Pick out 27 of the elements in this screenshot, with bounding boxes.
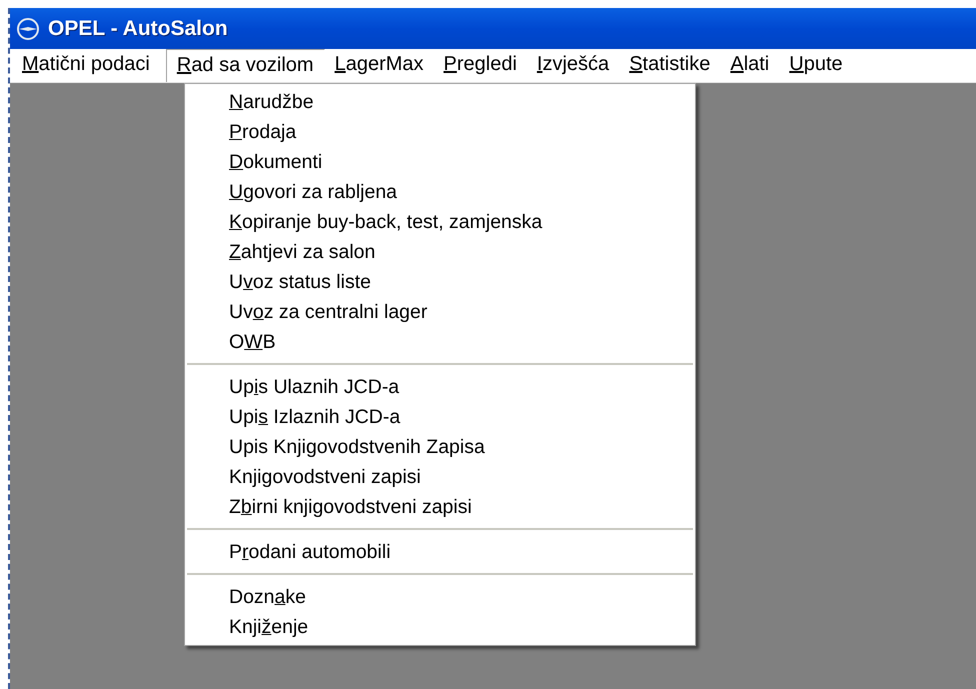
menu-option[interactable]: Kopiranje buy-back, test, zamjenska bbox=[185, 207, 695, 237]
menu-item[interactable]: Pregledi bbox=[434, 49, 527, 82]
menu-option[interactable]: Prodaja bbox=[185, 117, 695, 147]
menu-item[interactable]: Upute bbox=[779, 49, 853, 82]
menu-option[interactable]: OWB bbox=[185, 327, 695, 357]
menu-option[interactable]: Knjiženje bbox=[185, 612, 695, 642]
menu-option[interactable]: Uvoz status liste bbox=[185, 267, 695, 297]
menu-option[interactable]: Upis Knjigovodstvenih Zapisa bbox=[185, 432, 695, 462]
menu-option[interactable]: Narudžbe bbox=[185, 87, 695, 117]
menu-option[interactable]: Prodani automobili bbox=[185, 537, 695, 567]
menu-item[interactable]: Rad sa vozilom bbox=[166, 49, 325, 82]
menu-item[interactable]: LagerMax bbox=[324, 49, 434, 82]
logo-icon bbox=[16, 16, 40, 40]
menu-option[interactable]: Knjigovodstveni zapisi bbox=[185, 462, 695, 492]
menu-item[interactable]: Matični podaci bbox=[12, 49, 160, 82]
menu-option[interactable]: Upis Izlaznih JCD-a bbox=[185, 402, 695, 432]
menu-option[interactable]: Dokumenti bbox=[185, 147, 695, 177]
menu-option[interactable]: Upis Ulaznih JCD-a bbox=[185, 372, 695, 402]
menu-item[interactable]: Izvješća bbox=[526, 49, 620, 82]
menu-option[interactable]: Ugovori za rabljena bbox=[185, 177, 695, 207]
menu-item[interactable]: Alati bbox=[720, 49, 780, 82]
window-title: OPEL - AutoSalon bbox=[48, 16, 228, 40]
menu-option[interactable]: Uvoz za centralni lager bbox=[185, 297, 695, 327]
menu-option[interactable]: Zahtjevi za salon bbox=[185, 237, 695, 267]
menu-option[interactable]: Zbirni knjigovodstveni zapisi bbox=[185, 492, 695, 522]
menu-item[interactable]: Statistike bbox=[619, 49, 720, 82]
menu-option[interactable]: Doznake bbox=[185, 582, 695, 612]
